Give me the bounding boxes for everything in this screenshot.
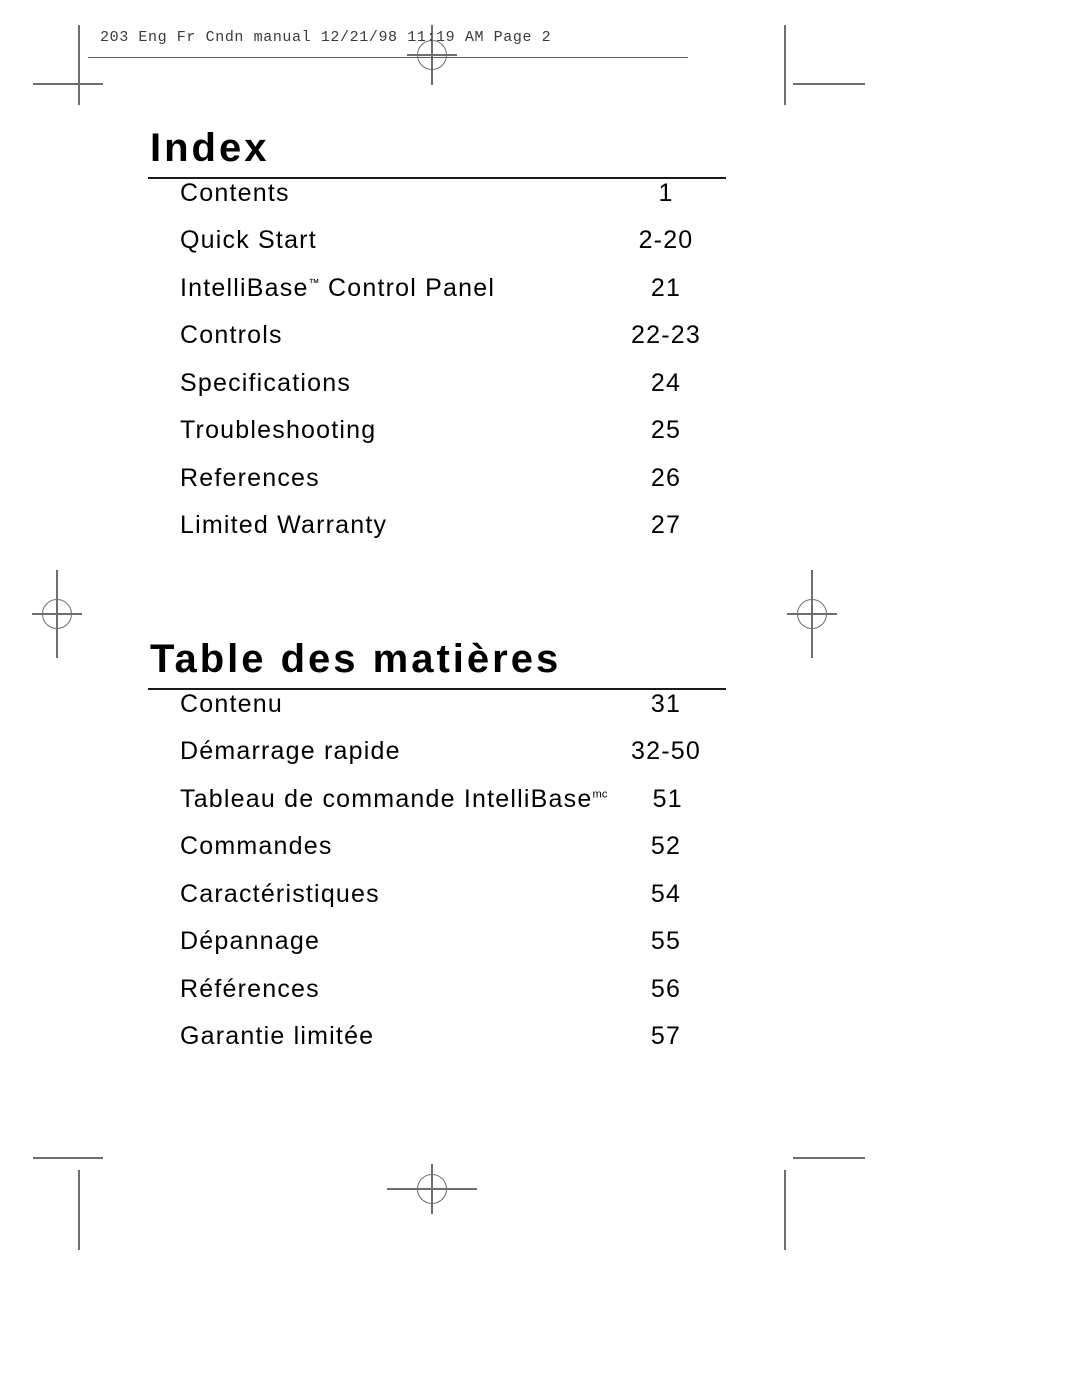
toc-entry-page: 55 xyxy=(650,927,682,956)
toc-entry-page: 51 xyxy=(652,784,683,813)
toc-row[interactable]: Garantie limitée 57 xyxy=(148,1022,726,1070)
crop-mark-top-right-horizontal xyxy=(793,83,865,85)
toc-entry-page: 26 xyxy=(650,463,682,492)
trademark-superscript: mc xyxy=(592,788,608,801)
crop-mark-top-right-vertical xyxy=(784,25,786,105)
toc-entry-page: 27 xyxy=(650,511,682,540)
toc-row[interactable]: Specifications 24 xyxy=(148,369,726,417)
toc-entry-label: IntelliBase™ Control Panel xyxy=(148,274,495,303)
toc-entry-label: Troubleshooting xyxy=(180,416,377,445)
toc-entry-label: References xyxy=(180,463,320,492)
section-table-des-matieres: Table des matières Contenu 31 Démarrage … xyxy=(148,559,726,1070)
toc-entry-label-tail: Control Panel xyxy=(319,273,496,302)
toc-entry-label: Caractéristiques xyxy=(180,879,380,908)
toc-row[interactable]: Commandes 52 xyxy=(148,832,726,880)
toc-entry-brand: Tableau de commande IntelliBase xyxy=(180,784,593,813)
toc-entry-page: 21 xyxy=(650,273,682,302)
crop-mark-bottom-right-vertical xyxy=(784,1170,786,1250)
section-index: Index Contents 1 Quick Start 2-20 Intell… xyxy=(148,126,726,559)
toc-entry-page: 2-20 xyxy=(638,226,694,255)
toc-entry-page: 24 xyxy=(650,368,682,397)
toc-row[interactable]: Controls 22-23 xyxy=(148,321,726,369)
crop-mark-bottom-left-vertical xyxy=(78,1170,80,1250)
toc-row[interactable]: Références 56 xyxy=(148,975,726,1023)
toc-entry-label: Références xyxy=(180,974,320,1003)
toc-entry-page: 56 xyxy=(650,974,682,1003)
toc-entry-label: Limited Warranty xyxy=(180,511,388,540)
toc-entry-page: 1 xyxy=(658,178,674,207)
toc-entry-page: 52 xyxy=(650,832,682,861)
toc-row[interactable]: Contenu 31 xyxy=(148,690,726,738)
toc-entry-page: 25 xyxy=(650,416,682,445)
crop-mark-bottom-right-horizontal xyxy=(793,1157,865,1159)
toc-entry-label: Controls xyxy=(180,321,283,350)
toc-entry-label: Contenu xyxy=(180,689,283,718)
toc-row[interactable]: Limited Warranty 27 xyxy=(148,511,726,559)
toc-entry-page: 54 xyxy=(650,879,682,908)
toc-row[interactable]: Contents 1 xyxy=(148,179,726,227)
slug-rule xyxy=(88,57,688,58)
toc-entry-label: Garantie limitée xyxy=(180,1022,375,1051)
toc-row[interactable]: References 26 xyxy=(148,464,726,512)
slug-text: 203 Eng Fr Cndn manual 12/21/98 11:19 AM… xyxy=(100,29,552,46)
crop-mark-top-left-vertical xyxy=(78,25,80,105)
trademark-superscript: ™ xyxy=(308,277,320,290)
toc-row[interactable]: Caractéristiques 54 xyxy=(148,880,726,928)
toc-row[interactable]: Démarrage rapide 32-50 xyxy=(148,737,726,785)
toc-row[interactable]: Quick Start 2-20 xyxy=(148,226,726,274)
toc-list-index: Contents 1 Quick Start 2-20 IntelliBase™… xyxy=(148,179,726,559)
toc-row[interactable]: Dépannage 55 xyxy=(148,927,726,975)
toc-entry-page: 57 xyxy=(650,1022,682,1051)
page-title-index: Index xyxy=(150,126,270,170)
crop-mark-bottom-left-horizontal xyxy=(33,1157,103,1159)
toc-entry-label: Specifications xyxy=(180,368,352,397)
page-title-table-des-matieres: Table des matières xyxy=(150,636,562,681)
toc-row[interactable]: Troubleshooting 25 xyxy=(148,416,726,464)
toc-entry-label: Tableau de commande IntelliBasemc xyxy=(148,785,608,814)
toc-entry-label: Commandes xyxy=(180,832,333,861)
table-of-contents: Index Contents 1 Quick Start 2-20 Intell… xyxy=(148,126,726,1070)
toc-row[interactable]: Tableau de commande IntelliBasemc 51 xyxy=(148,785,726,833)
toc-entry-page: 32-50 xyxy=(631,737,701,766)
toc-entry-brand: IntelliBase xyxy=(180,273,309,302)
toc-list-table-des-matieres: Contenu 31 Démarrage rapide 32-50 Tablea… xyxy=(148,690,726,1070)
toc-row[interactable]: IntelliBase™ Control Panel 21 xyxy=(148,274,726,322)
toc-entry-page: 31 xyxy=(650,689,682,718)
crop-mark-top-left-horizontal xyxy=(33,83,103,85)
toc-entry-label: Démarrage rapide xyxy=(180,737,401,766)
toc-entry-label: Dépannage xyxy=(180,927,321,956)
toc-entry-label: Contents xyxy=(180,178,290,207)
toc-entry-page: 22-23 xyxy=(631,321,701,350)
toc-entry-label: Quick Start xyxy=(180,226,317,255)
document-page: 203 Eng Fr Cndn manual 12/21/98 11:19 AM… xyxy=(0,0,1080,1397)
